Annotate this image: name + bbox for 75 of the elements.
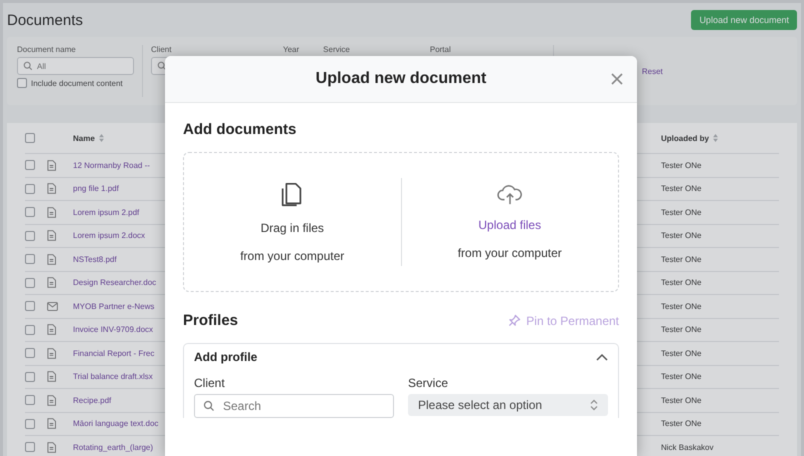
row-checkbox[interactable] [25, 324, 35, 335]
document-name-search-field[interactable]: All [17, 57, 134, 75]
drop-hint: from your computer [240, 249, 344, 263]
reset-link[interactable]: Reset [642, 66, 663, 76]
checkbox[interactable] [17, 78, 27, 88]
table-cell: Tester ONe [661, 348, 702, 358]
filter-label: Document name [17, 45, 77, 54]
document-icon [47, 254, 56, 265]
document-icon [47, 206, 56, 218]
section-title: Add documents [183, 121, 298, 138]
document-icon [47, 324, 56, 336]
drop-zone[interactable]: Drag in files from your computer Upload files from your computer [183, 152, 619, 292]
row-checkbox[interactable] [25, 348, 35, 358]
row-checkbox[interactable] [25, 372, 35, 382]
table-cell: Tester ONe [661, 231, 702, 240]
drag-files-label: Drag in files [260, 221, 324, 235]
field-label: Client [194, 376, 226, 390]
table-cell: Tester ONe [661, 396, 702, 405]
table-cell: Tester ONe [661, 325, 702, 334]
document-icon [47, 394, 56, 406]
row-checkbox[interactable] [25, 207, 35, 218]
table-cell: Tester ONe [661, 160, 702, 170]
search-icon [23, 61, 33, 71]
row-checkbox[interactable] [25, 230, 35, 241]
column-header[interactable]: Name [73, 134, 95, 142]
table-cell: Tester ONe [661, 372, 702, 382]
table-cell: Tester ONe [661, 184, 702, 194]
collapse-toggle[interactable] [596, 353, 608, 361]
sort-icon[interactable] [713, 134, 718, 142]
table-cell: Nick Baskakov [661, 442, 714, 452]
service-select[interactable]: Please select an option [408, 394, 608, 416]
drop-hint: from your computer [458, 246, 562, 260]
document-icon [47, 183, 56, 194]
upload-files-link[interactable]: Upload files [478, 218, 542, 232]
cloud-upload-icon [496, 184, 524, 206]
close-button[interactable] [611, 73, 623, 85]
section-title: Profiles [183, 312, 238, 329]
row-checkbox[interactable] [25, 301, 35, 312]
dialog-title: Upload new document [316, 70, 486, 88]
row-checkbox[interactable] [25, 395, 35, 406]
panel-title: Add profile [194, 350, 258, 364]
document-icon [47, 230, 56, 242]
row-checkbox[interactable] [25, 160, 35, 170]
document-icon [47, 277, 56, 288]
row-checkbox[interactable] [25, 418, 35, 429]
table-cell: Tester ONe [661, 302, 702, 311]
filter-label: Portal [430, 45, 452, 54]
row-checkbox[interactable] [25, 184, 35, 194]
document-icon [47, 348, 56, 359]
row-checkbox[interactable] [25, 254, 35, 264]
search-icon [203, 400, 215, 412]
table-cell: Tester ONe [661, 278, 702, 288]
page-title: Documents [7, 12, 83, 28]
column-header[interactable]: Uploaded by [661, 134, 710, 142]
row-checkbox[interactable] [25, 442, 35, 452]
row-checkbox[interactable] [25, 278, 35, 288]
document-icon [47, 442, 56, 453]
table-cell: Tester ONe [661, 419, 702, 428]
checkbox-label: Include document content [31, 78, 123, 88]
up-down-chevron-icon [590, 399, 598, 411]
sort-icon[interactable] [98, 134, 104, 142]
document-icon [47, 418, 56, 430]
table-cell: Tester ONe [661, 208, 702, 217]
filter-label: Client [151, 45, 172, 54]
envelope-icon [47, 302, 58, 311]
client-search-field[interactable]: Search [194, 394, 394, 418]
document-icon [47, 160, 56, 171]
filter-label: Service [323, 45, 350, 54]
table-cell: Tester ONe [661, 254, 702, 264]
document-icon [47, 371, 56, 382]
select-all-checkbox[interactable] [25, 133, 35, 143]
pin-icon [508, 314, 522, 327]
filter-label: Year [283, 45, 300, 54]
field-label: Service [408, 376, 450, 390]
search-icon [157, 61, 167, 71]
